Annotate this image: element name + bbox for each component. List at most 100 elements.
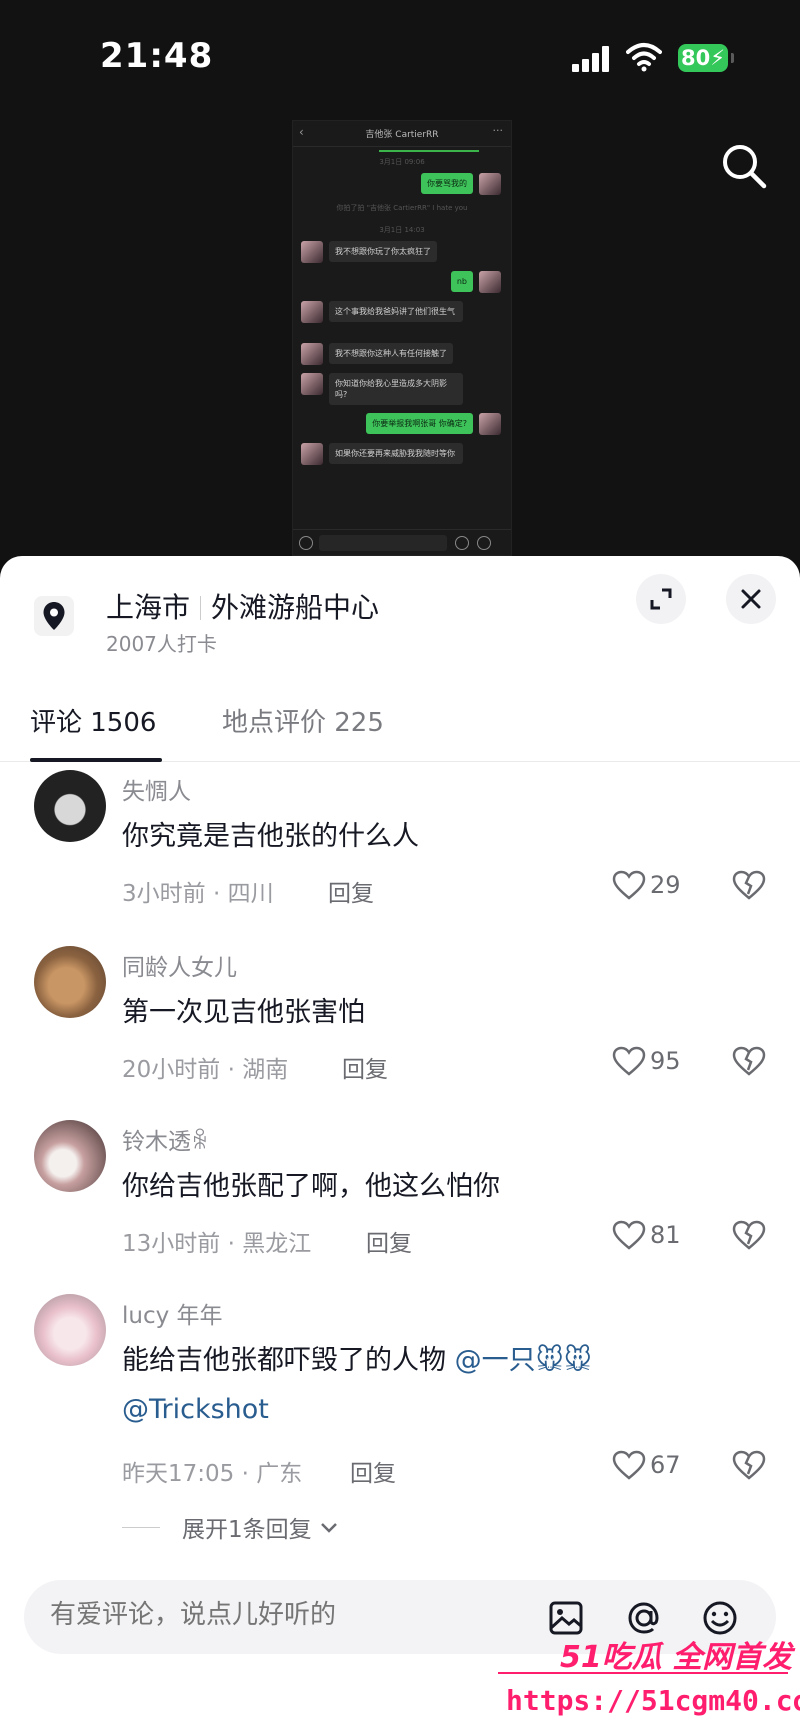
watermark-underline (498, 1672, 788, 1674)
plus-icon (477, 536, 491, 550)
chat-bubble-out: nb (450, 271, 473, 292)
avatar[interactable] (34, 946, 106, 1018)
chat-avatar (301, 343, 323, 365)
chat-bubble-out: 你要骂我的 (421, 173, 473, 194)
comment-text: 第一次见吉他张害怕 (122, 997, 365, 1028)
emoji-icon (455, 536, 469, 550)
chat-screenshot-image: ‹ 吉他张 CartierRR ··· 3月1日 09:06 你要骂我的 你拍了… (292, 120, 512, 556)
tab-comments[interactable]: 评论 1506 (30, 702, 156, 739)
like-button[interactable]: 95 (612, 1046, 681, 1076)
close-button[interactable] (726, 574, 776, 624)
chevron-down-icon (320, 1523, 337, 1533)
expand-button[interactable] (636, 574, 686, 624)
comments-sheet: 上海市 外滩游船中心 2007人打卡 评论 1506 地点评价 225 失惆人 你… (0, 556, 800, 1735)
reply-button[interactable]: 回复 (342, 1050, 388, 1084)
heart-icon (612, 1220, 646, 1250)
active-tab-indicator (30, 758, 162, 762)
comment-username[interactable]: lucy 年年 (122, 1296, 223, 1330)
avatar[interactable] (34, 1120, 106, 1192)
chat-avatar (479, 413, 501, 435)
comment-username[interactable]: 失惆人 (122, 772, 191, 806)
expand-icon (650, 588, 672, 610)
dislike-icon[interactable] (732, 870, 766, 900)
search-icon[interactable] (718, 140, 770, 192)
like-count: 67 (650, 1451, 681, 1479)
dislike-icon[interactable] (732, 1220, 766, 1250)
watermark-url: https://51cgm40.com (506, 1684, 800, 1717)
chat-title-underline (379, 150, 479, 152)
avatar[interactable] (34, 770, 106, 842)
comment-meta: 20小时前 · 湖南 (122, 1057, 289, 1083)
tab-location-reviews[interactable]: 地点评价 225 (222, 702, 384, 739)
chat-pat-notice: 你拍了拍 "吉他张 CartierRR" I hate you (336, 204, 468, 212)
chat-title: 吉他张 CartierRR (365, 130, 439, 140)
chat-avatar (301, 373, 323, 395)
comment-username[interactable]: 同龄人女儿 (122, 948, 237, 982)
avatar[interactable] (34, 1294, 106, 1366)
chat-timestamp: 3月1日 09:06 (379, 158, 425, 166)
like-count: 81 (650, 1221, 681, 1249)
tab-bar: 评论 1506 地点评价 225 (0, 674, 800, 762)
chat-bubble-in: 你知道你给我心里造成多大阴影吗? (329, 373, 463, 405)
voice-icon (299, 536, 313, 550)
heart-icon (612, 1450, 646, 1480)
mention-link[interactable]: @一只🐭🐭 (455, 1345, 592, 1376)
like-button[interactable]: 81 (612, 1220, 681, 1250)
location-city: 上海市 (106, 592, 191, 623)
comment-input[interactable] (50, 1600, 470, 1630)
close-icon (741, 589, 761, 609)
like-button[interactable]: 67 (612, 1450, 681, 1480)
status-bar: 21:48 80 ⚡ (0, 0, 800, 120)
chat-bubble-in: 我不想跟你玩了你太疯狂了 (329, 241, 437, 262)
chat-avatar (301, 443, 323, 465)
like-count: 95 (650, 1047, 681, 1075)
heart-icon (612, 1046, 646, 1076)
comment-meta: 3小时前 · 四川 (122, 881, 274, 907)
comment-meta: 13小时前 · 黑龙江 (122, 1231, 312, 1257)
chat-avatar (301, 241, 323, 263)
chat-header: ‹ 吉他张 CartierRR ··· (293, 121, 511, 147)
dislike-icon[interactable] (732, 1046, 766, 1076)
chat-bubble-out: 你要举报我啊张哥 你确定? (366, 413, 473, 434)
comment-text: 你究竟是吉他张的什么人 (122, 821, 419, 852)
reply-button[interactable]: 回复 (350, 1454, 396, 1488)
comment-meta: 昨天17:05 · 广东 (122, 1461, 303, 1487)
location-place: 外滩游船中心 (211, 592, 380, 623)
battery-indicator: 80 ⚡ (678, 44, 734, 72)
cellular-signal-icon (572, 46, 610, 72)
location-pin-icon (34, 596, 74, 636)
like-count: 29 (650, 871, 681, 899)
chat-bubble-in: 这个事我给我爸妈讲了他们很生气 (329, 301, 463, 322)
battery-level: 80 (681, 46, 711, 70)
expand-replies-button[interactable]: 展开1条回复 (122, 1510, 340, 1544)
reply-button[interactable]: 回复 (366, 1224, 412, 1258)
video-area[interactable]: 21:48 80 ⚡ ‹ 吉他张 CartierRR ··· 3月1日 09:06… (0, 0, 800, 560)
heart-icon (612, 870, 646, 900)
expand-replies-label: 展开1条回复 (182, 1517, 312, 1543)
chat-bubble-in: 如果你还要再来威胁我我随时等你 (329, 443, 463, 464)
comment-text: 你给吉他张配了啊，他这么怕你 (122, 1171, 500, 1202)
chat-avatar (301, 301, 323, 323)
reply-button[interactable]: 回复 (328, 874, 374, 908)
charging-icon: ⚡ (710, 46, 725, 70)
comment-text: 能给吉他张都吓毁了的人物 @一只🐭🐭 (122, 1338, 592, 1377)
chat-timestamp: 3月1日 14:03 (379, 226, 425, 234)
status-time: 21:48 (100, 36, 214, 76)
chat-input-bar (293, 529, 511, 555)
location-separator (200, 596, 202, 620)
expand-line (122, 1526, 160, 1528)
chat-input-field (319, 535, 447, 551)
chat-avatar (479, 271, 501, 293)
mention-link[interactable]: @Trickshot (122, 1394, 269, 1425)
location-title[interactable]: 上海市 外滩游船中心 (106, 586, 379, 626)
watermark-title: 51吃瓜 全网首发 (560, 1640, 793, 1675)
checkin-count: 2007人打卡 (106, 632, 217, 656)
dislike-icon[interactable] (732, 1450, 766, 1480)
more-icon: ··· (492, 124, 504, 137)
chat-bubble-in: 我不想跟你这种人有任何接触了 (329, 343, 453, 364)
wifi-icon (626, 43, 662, 72)
comment-username[interactable]: 铃木透ꆜ (122, 1122, 209, 1156)
comment-text-body: 能给吉他张都吓毁了的人物 (122, 1345, 446, 1376)
chat-avatar (479, 173, 501, 195)
like-button[interactable]: 29 (612, 870, 681, 900)
